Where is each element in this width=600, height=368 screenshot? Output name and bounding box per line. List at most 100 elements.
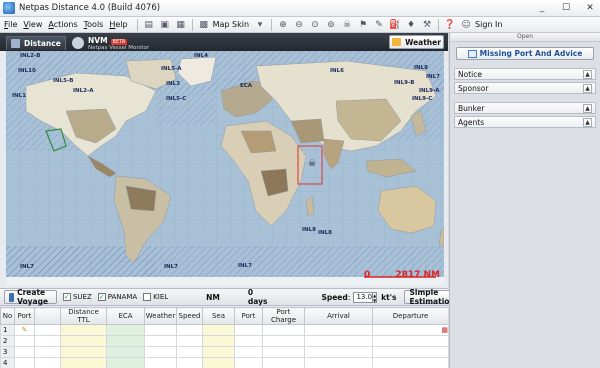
voyage-toolbar: Create Voyage ✓ SUEZ ✓ PANAMA KIEL NM 0 da… — [0, 288, 460, 306]
menu-actions[interactable]: Actions — [48, 20, 77, 29]
row-number: 1 — [0, 324, 15, 336]
zone-label: INL7 — [426, 74, 440, 80]
chevron-down-icon[interactable]: ▾ — [254, 19, 266, 31]
col-header: Port — [14, 307, 35, 325]
help-icon[interactable]: ❓ — [444, 19, 456, 31]
zoom-fit-icon[interactable]: ⊙ — [309, 19, 321, 31]
map-skin-icon[interactable]: ▩ — [198, 19, 210, 31]
weather-button[interactable]: Weather — [389, 35, 444, 49]
map-skin-button[interactable]: Map Skin — [213, 20, 249, 29]
tab-distance[interactable]: Distance — [6, 36, 66, 50]
tool-icon[interactable]: ⚒ — [421, 19, 433, 31]
pencil-icon[interactable]: ✎ — [373, 19, 385, 31]
toolbar-separator — [136, 18, 138, 31]
create-voyage-button[interactable]: Create Voyage — [4, 288, 57, 306]
table-row[interactable]: 2 — [0, 335, 448, 347]
kiel-checkbox[interactable]: KIEL — [143, 293, 168, 301]
nvm-logo-icon — [72, 37, 84, 49]
table-row[interactable]: 4 — [0, 357, 448, 368]
menu-help[interactable]: Help — [109, 20, 127, 29]
checkbox-empty-icon — [143, 293, 152, 301]
col-header: Distance TTL — [60, 307, 107, 325]
close-button[interactable]: ✕ — [582, 2, 598, 14]
row-number: 4 — [0, 357, 15, 368]
collapse-arrow-icon[interactable]: ▲ — [583, 84, 592, 93]
zoom-reset-icon[interactable]: ⊚ — [325, 19, 337, 31]
menu-view[interactable]: View — [23, 20, 42, 29]
col-header — [34, 307, 61, 325]
map-canvas: ☠ — [6, 51, 444, 285]
zone-label: INL9-B — [394, 80, 415, 86]
calendar-icon[interactable]: ▦ — [372, 324, 448, 336]
collapse-arrow-icon[interactable]: ▲ — [583, 104, 592, 113]
zone-label: INL5-B — [53, 78, 74, 84]
zone-label: INL9-C — [412, 96, 433, 102]
total-distance: NM — [206, 292, 220, 302]
menu-tools[interactable]: Tools — [84, 20, 104, 29]
col-header: Weather — [144, 307, 177, 325]
zone-label: INL10 — [18, 68, 36, 74]
section-agents[interactable]: Agents ▲ — [454, 116, 596, 128]
zone-label: INL5-C — [166, 96, 187, 102]
section-sponsor[interactable]: Sponsor ▲ — [454, 82, 596, 94]
zone-label: ECA — [240, 83, 253, 89]
missing-port-button[interactable]: Missing Port And Advice — [456, 47, 594, 60]
nvm-title: NVM — [88, 35, 108, 45]
minimize-button[interactable]: _ — [534, 2, 550, 14]
table-header-row: No Port Distance TTL ECA Weather Speed S… — [0, 307, 448, 325]
zone-label: INL3 — [166, 81, 180, 87]
suez-checkbox[interactable]: ✓ SUEZ — [62, 293, 92, 301]
collapse-arrow-icon[interactable]: ▲ — [583, 70, 592, 79]
col-header: Port — [234, 307, 263, 325]
title-bar: Netpas Distance 4.0 (Build 4076) _ ☐ ✕ — [0, 0, 600, 17]
toolbar-separator — [271, 18, 273, 31]
side-panel: Open Missing Port And Advice Notice ▲ Sp… — [449, 33, 600, 368]
speed-label: Speed — [321, 292, 348, 302]
print-icon[interactable]: ▤ — [143, 19, 155, 31]
route-icon[interactable]: ⚑ — [357, 19, 369, 31]
checkbox-checked-icon: ✓ — [97, 293, 106, 301]
sign-in-button[interactable]: Sign In — [475, 20, 502, 29]
row-number: 3 — [0, 346, 15, 358]
distance-icon — [11, 39, 20, 48]
zone-label: INL8 — [414, 65, 428, 71]
map-scale-zero: 0 — [364, 270, 371, 280]
maximize-button[interactable]: ☐ — [558, 2, 574, 14]
section-bunker[interactable]: Bunker ▲ — [454, 102, 596, 114]
panama-checkbox[interactable]: ✓ PANAMA — [97, 293, 137, 301]
row-number: 2 — [0, 335, 15, 347]
world-map[interactable]: ☠ INL2-B INL4 INL5-A INL8 INL10 INL5-B I… — [6, 51, 444, 285]
tab-strip: Distance NVM BETA Netpas Vessel Monitor W… — [0, 33, 448, 51]
voyage-table: No Port Distance TTL ECA Weather Speed S… — [0, 307, 448, 368]
table-row[interactable]: 1 ✎ ▦ — [0, 324, 448, 336]
open-toggle[interactable]: Open — [450, 33, 600, 42]
collapse-arrow-icon[interactable]: ▲ — [583, 118, 592, 127]
drop-icon[interactable]: ♦ — [405, 19, 417, 31]
zone-label: INL8 — [318, 230, 332, 236]
image-icon[interactable]: ▣ — [159, 19, 171, 31]
user-icon[interactable]: ☺ — [460, 19, 472, 31]
section-notice[interactable]: Notice ▲ — [454, 68, 596, 80]
menu-file[interactable]: File — [4, 20, 17, 29]
zoom-out-icon[interactable]: ⊖ — [293, 19, 305, 31]
zone-label: INL9-A — [419, 88, 440, 94]
grid-icon[interactable]: ▦ — [175, 19, 187, 31]
weather-label: Weather — [405, 37, 441, 47]
tab-nvm[interactable]: NVM BETA Netpas Vessel Monitor — [72, 35, 182, 51]
zone-label: INL2-A — [73, 88, 94, 94]
col-header: Port Charge — [262, 307, 305, 325]
create-voyage-label: Create Voyage — [17, 288, 49, 306]
svg-text:☠: ☠ — [308, 159, 316, 169]
fuel-icon[interactable]: ⛽ — [389, 19, 401, 31]
map-scale: 2817 NM — [395, 270, 440, 280]
speed-input[interactable]: 13.0 — [353, 291, 374, 303]
pencil-icon[interactable]: ✎ — [14, 324, 35, 336]
table-row[interactable]: 3 — [0, 346, 448, 358]
speed-stepper[interactable]: ▲ ▼ — [373, 291, 378, 303]
zone-label: INL8 — [302, 227, 316, 233]
zone-label: INL7 — [238, 263, 252, 269]
col-header[interactable]: Departure — [372, 307, 448, 325]
pirate-icon[interactable]: ☠ — [341, 19, 353, 31]
zoom-in-icon[interactable]: ⊕ — [277, 19, 289, 31]
nvm-subtitle: Netpas Vessel Monitor — [88, 44, 150, 51]
